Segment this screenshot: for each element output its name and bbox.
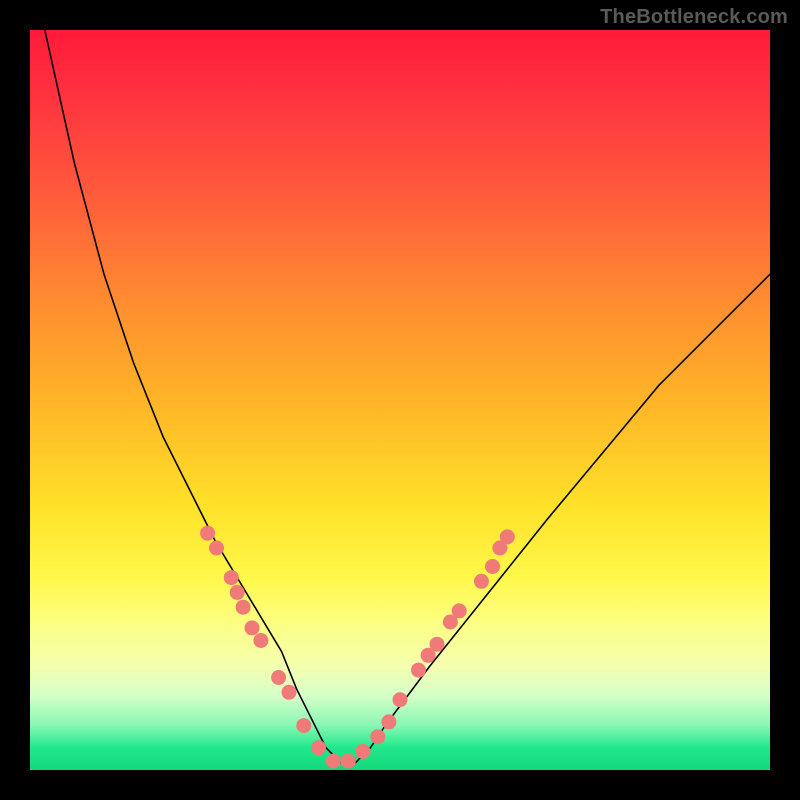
bottleneck-curve — [45, 30, 770, 763]
data-points-group — [200, 526, 515, 769]
data-point — [356, 744, 371, 759]
data-point — [230, 585, 245, 600]
data-point — [209, 541, 224, 556]
data-point — [411, 663, 426, 678]
data-point — [485, 559, 500, 574]
attribution-text: TheBottleneck.com — [600, 6, 788, 29]
data-point — [200, 526, 215, 541]
data-point — [370, 729, 385, 744]
chart-svg — [30, 30, 770, 770]
data-point — [474, 574, 489, 589]
data-point — [271, 670, 286, 685]
data-point — [500, 529, 515, 544]
data-point — [452, 603, 467, 618]
data-point — [381, 714, 396, 729]
data-point — [236, 600, 251, 615]
data-point — [282, 685, 297, 700]
data-point — [341, 754, 356, 769]
data-point — [311, 740, 326, 755]
data-point — [224, 570, 239, 585]
data-point — [430, 637, 445, 652]
data-point — [253, 633, 268, 648]
data-point — [296, 718, 311, 733]
data-point — [393, 692, 408, 707]
data-point — [326, 754, 341, 769]
data-point — [245, 620, 260, 635]
chart-plot-area — [30, 30, 770, 770]
